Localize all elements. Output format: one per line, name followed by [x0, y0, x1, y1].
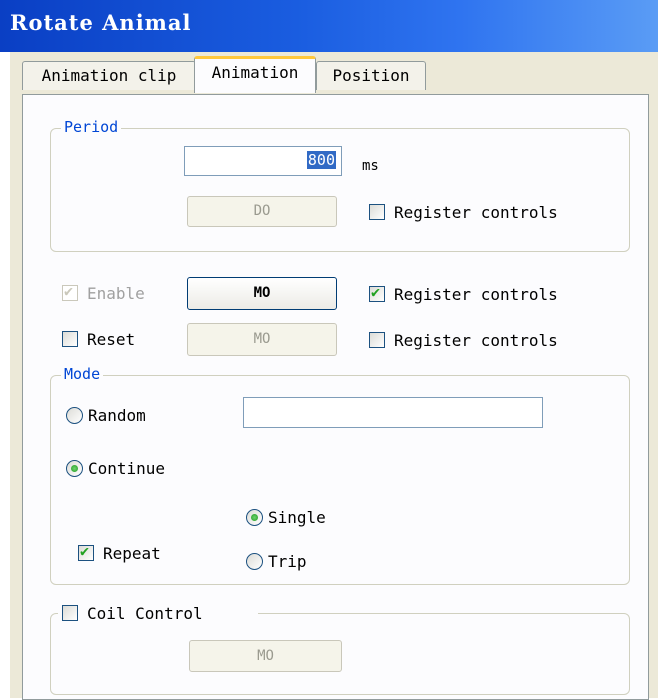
coil-label: Coil Control	[87, 604, 203, 623]
check-mark-icon: ✔	[80, 542, 90, 560]
button-label: MO	[253, 285, 271, 301]
reset-mo-button[interactable]: MO	[187, 323, 337, 356]
reset-register-label: Register controls	[394, 331, 558, 350]
button-label: MO	[253, 331, 271, 347]
check-mark-icon: ✔	[64, 282, 74, 300]
tab-animation[interactable]: Animation	[194, 56, 316, 93]
continue-radio[interactable]	[66, 460, 83, 477]
enable-register-label: Register controls	[394, 285, 558, 304]
tab-label: Position	[332, 66, 410, 85]
enable-checkbox[interactable]: ✔	[62, 282, 78, 301]
coil-mo-button[interactable]: MO	[189, 640, 342, 672]
period-do-button[interactable]: DO	[187, 196, 337, 227]
tab-label: Animation clip	[41, 66, 177, 85]
tab-label: Animation	[211, 63, 299, 82]
reset-label: Reset	[87, 330, 136, 349]
enable-register-checkbox[interactable]: ✔	[369, 283, 385, 302]
enable-label: Enable	[87, 284, 145, 303]
period-value: 800	[306, 151, 336, 169]
check-mark-icon: ✔	[371, 283, 381, 301]
period-legend: Period	[61, 118, 122, 136]
tab-animation-clip[interactable]: Animation clip	[22, 61, 196, 90]
single-radio[interactable]	[246, 509, 263, 526]
title-bar: Rotate Animal	[0, 0, 658, 52]
repeat-label: Repeat	[103, 544, 161, 563]
reset-register-checkbox[interactable]	[369, 332, 385, 348]
period-input[interactable]: 800	[184, 146, 342, 176]
button-label: MO	[257, 648, 274, 664]
reset-checkbox[interactable]	[62, 331, 78, 347]
button-label: DO	[253, 203, 271, 219]
random-label: Random	[88, 406, 146, 425]
period-register-label: Register controls	[394, 203, 558, 222]
radio-selected-dot	[251, 514, 258, 521]
trip-radio[interactable]	[246, 553, 263, 570]
enable-mo-button[interactable]: MO	[187, 277, 337, 310]
random-input[interactable]	[243, 397, 543, 428]
period-register-checkbox[interactable]	[369, 204, 385, 220]
coil-legend: Coil Control	[58, 602, 258, 624]
tab-position[interactable]: Position	[316, 61, 426, 90]
single-label: Single	[268, 508, 326, 527]
period-unit: ms	[362, 158, 379, 174]
radio-selected-dot	[71, 465, 78, 472]
window-title: Rotate Animal	[10, 10, 192, 35]
continue-label: Continue	[88, 459, 166, 478]
repeat-checkbox[interactable]: ✔	[78, 542, 94, 561]
mode-legend: Mode	[61, 365, 104, 383]
random-radio[interactable]	[66, 407, 83, 424]
coil-checkbox[interactable]	[62, 605, 78, 621]
trip-label: Trip	[268, 552, 307, 571]
